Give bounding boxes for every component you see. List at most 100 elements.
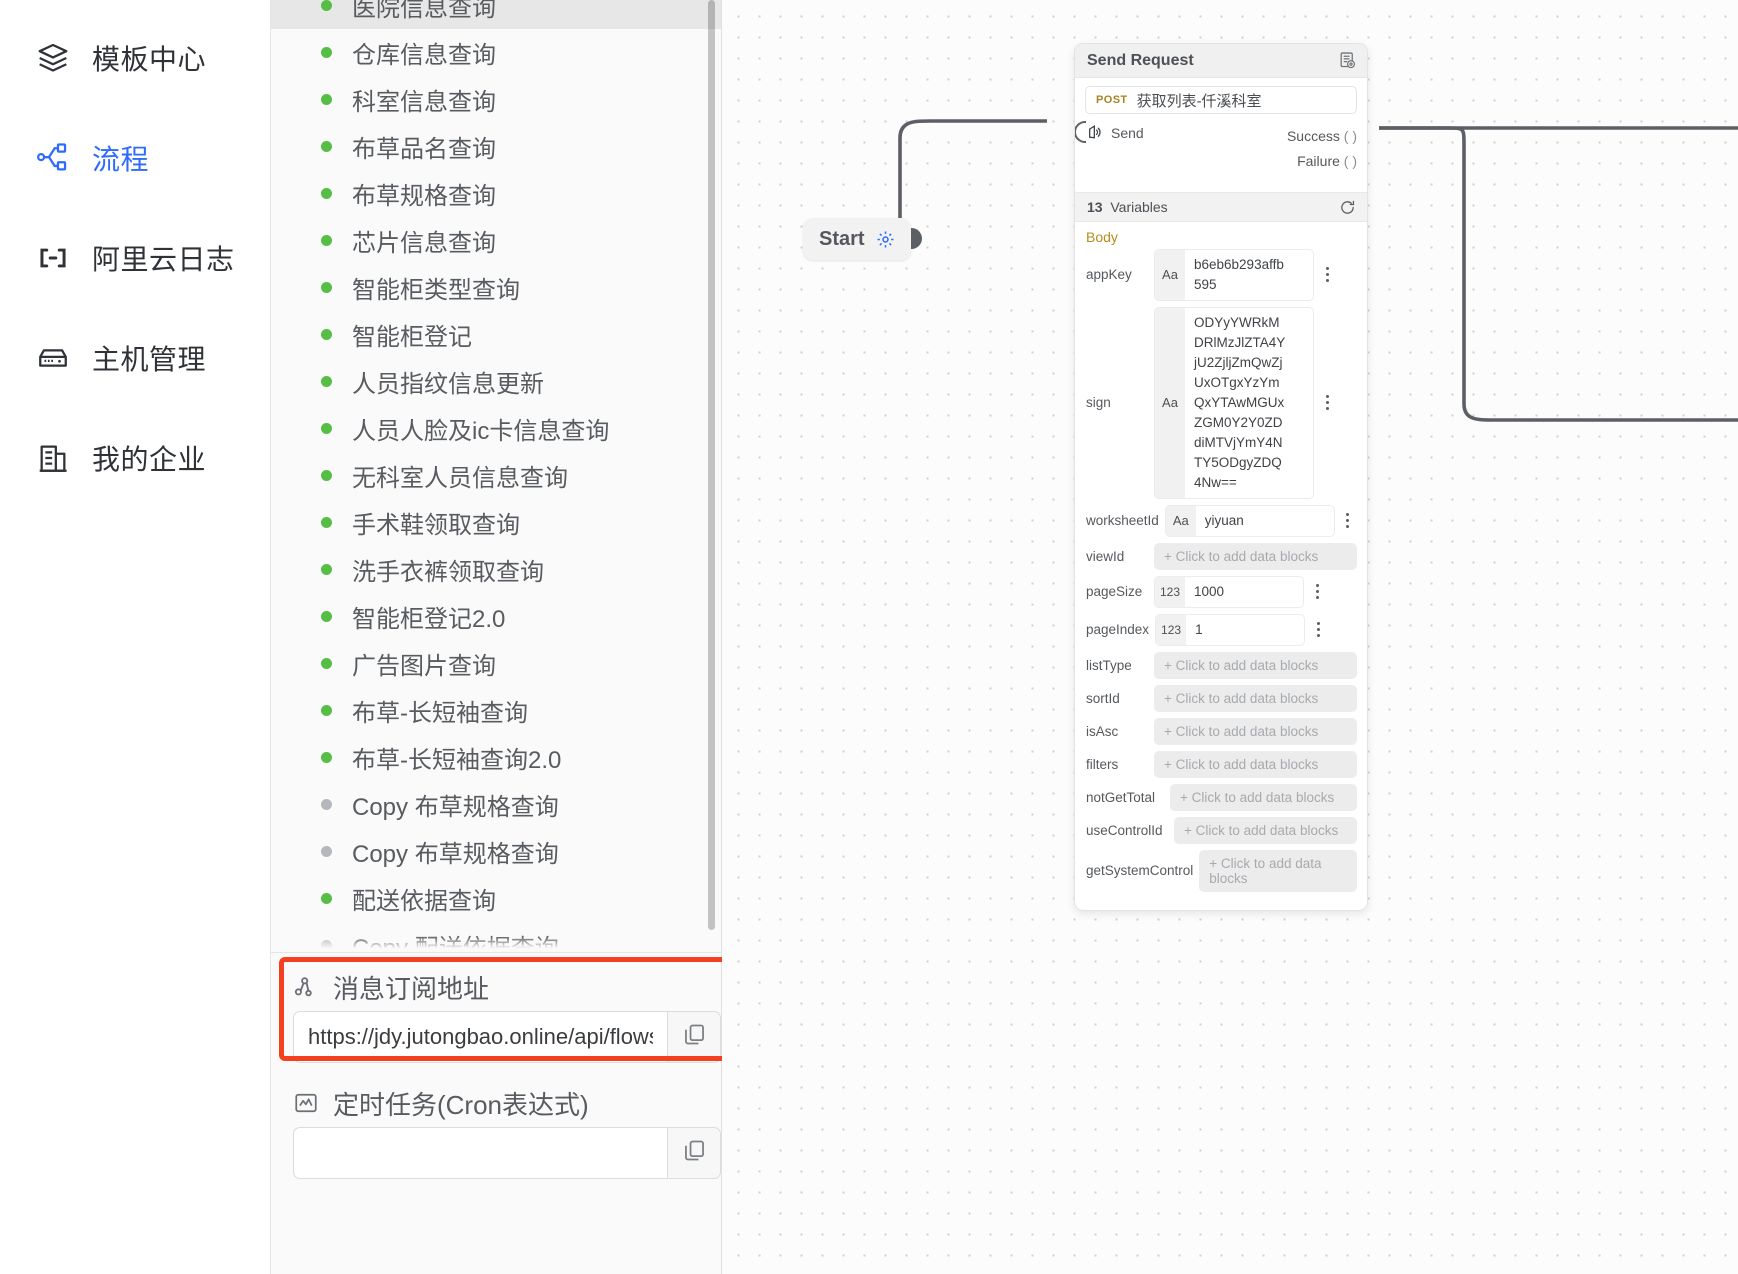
- list-item[interactable]: 布草品名查询: [271, 123, 721, 170]
- variable-row: isAsc + Click to add data blocks: [1086, 717, 1357, 745]
- variable-key: isAsc: [1086, 723, 1119, 739]
- list-item[interactable]: 芯片信息查询: [271, 217, 721, 264]
- list-item-label: 配送依据查询: [352, 888, 496, 915]
- list-item[interactable]: 洗手衣裤领取查询: [271, 546, 721, 593]
- list-item[interactable]: 人员指纹信息更新: [271, 358, 721, 405]
- variable-row: pageSize 123 1000: [1086, 575, 1357, 608]
- copy-cron-button[interactable]: [667, 1127, 721, 1179]
- list-item[interactable]: Copy 布草规格查询: [271, 828, 721, 875]
- list-item-label: 科室信息查询: [352, 89, 496, 116]
- variable-rows: appKey Aa b6eb6b293affb595 sign Aa ODYyYWRkMD…: [1086, 249, 1357, 892]
- send-request-node[interactable]: Send Request POST 获取列表-仟溪科室 Send Success…: [1074, 43, 1368, 911]
- start-node-label: Start: [819, 227, 865, 250]
- output-success[interactable]: Success ( ): [1287, 124, 1357, 149]
- variable-field[interactable]: Aa b6eb6b293affb595: [1154, 249, 1314, 301]
- list-item[interactable]: 科室信息查询: [271, 76, 721, 123]
- sidebar-item-flow[interactable]: 流程: [0, 108, 270, 208]
- add-data-block-button[interactable]: + Click to add data blocks: [1154, 684, 1357, 712]
- list-item[interactable]: 布草规格查询: [271, 170, 721, 217]
- variable-row: notGetTotal + Click to add data blocks: [1086, 783, 1357, 811]
- flow-canvas[interactable]: Start Send Request POST 获取列表-仟溪科室 Send S…: [722, 0, 1738, 1274]
- cron-input[interactable]: [293, 1127, 667, 1179]
- subscribe-url-title: 消息订阅地址: [333, 973, 490, 1004]
- sidebar-item-my-enterprise[interactable]: 我的企业: [0, 408, 270, 508]
- list-item-label: 人员人脸及ic卡信息查询: [352, 418, 610, 445]
- flow-list-scroll-area: 医院信息查询 仓库信息查询科室信息查询布草品名查询布草规格查询 芯片信息查询智能柜类…: [271, 0, 721, 952]
- add-data-block-button[interactable]: + Click to add data blocks: [1154, 750, 1357, 778]
- list-item-label: 布草-长短袖查询: [352, 700, 528, 727]
- send-request-header: Send Request: [1075, 44, 1367, 78]
- status-dot: [321, 235, 332, 246]
- cron-header: 定时任务(Cron表达式): [293, 1079, 709, 1127]
- subscribe-url-input[interactable]: [293, 1011, 667, 1063]
- variable-field[interactable]: 123 1: [1155, 613, 1306, 646]
- variable-field[interactable]: Aa yiyuan: [1164, 504, 1335, 537]
- variables-count: 13: [1087, 199, 1103, 215]
- copy-icon: [682, 1022, 707, 1052]
- output-failure-paren: ( ): [1343, 153, 1357, 169]
- gear-icon[interactable]: [876, 230, 895, 249]
- api-doc-icon[interactable]: [1338, 51, 1357, 70]
- flow-list-scrollbar[interactable]: [708, 0, 715, 930]
- send-action[interactable]: Send: [1085, 124, 1144, 141]
- flow-list: 医院信息查询 仓库信息查询科室信息查询布草品名查询布草规格查询 芯片信息查询智能柜类…: [271, 0, 721, 952]
- list-item[interactable]: 智能柜登记2.0: [271, 593, 721, 640]
- list-item[interactable]: Copy 配送依据查询: [271, 922, 721, 952]
- add-data-block-button[interactable]: + Click to add data blocks: [1199, 849, 1357, 892]
- list-item-label: Copy 布草规格查询: [352, 841, 559, 868]
- add-data-block-button[interactable]: + Click to add data blocks: [1154, 651, 1357, 679]
- sidebar-item-label: 主机管理: [92, 344, 207, 375]
- variable-options-icon[interactable]: [1341, 513, 1355, 529]
- text-type-icon: Aa: [1155, 250, 1185, 300]
- list-item-label: 芯片信息查询: [352, 230, 496, 257]
- variable-value: b6eb6b293affb595: [1194, 257, 1284, 292]
- variables-word: Variables: [1110, 199, 1168, 215]
- send-request-success-port[interactable]: [1367, 124, 1368, 145]
- list-item-label: 智能柜登记: [352, 324, 472, 351]
- copy-subscribe-url-button[interactable]: [667, 1011, 721, 1063]
- variable-field[interactable]: 123 1000: [1154, 575, 1304, 608]
- variable-key: getSystemControl: [1086, 863, 1194, 879]
- status-dot: [321, 799, 332, 810]
- send-request-endpoint[interactable]: POST 获取列表-仟溪科室: [1085, 86, 1357, 114]
- list-item-label: 布草规格查询: [352, 183, 496, 210]
- list-item[interactable]: 人员人脸及ic卡信息查询: [271, 405, 721, 452]
- variable-field[interactable]: Aa ODYyYWRkMDRlMzJlZTA4YjU2ZjljZmQwZjUxOT…: [1154, 306, 1314, 499]
- send-request-failure-port[interactable]: [1367, 149, 1368, 170]
- start-node-output-port[interactable]: [910, 228, 922, 249]
- refresh-icon[interactable]: [1339, 199, 1356, 216]
- list-item[interactable]: 广告图片查询: [271, 640, 721, 687]
- start-node[interactable]: Start: [803, 218, 922, 260]
- log-bracket-icon: [36, 241, 70, 275]
- add-data-block-button[interactable]: + Click to add data blocks: [1154, 542, 1357, 570]
- variable-options-icon[interactable]: [1311, 622, 1325, 638]
- list-item[interactable]: Copy 布草规格查询: [271, 781, 721, 828]
- list-item[interactable]: 医院信息查询: [271, 0, 721, 29]
- add-data-block-button[interactable]: + Click to add data blocks: [1174, 816, 1357, 844]
- add-data-block-button[interactable]: + Click to add data blocks: [1170, 783, 1357, 811]
- list-item[interactable]: 仓库信息查询: [271, 29, 721, 76]
- list-item[interactable]: 布草-长短袖查询: [271, 687, 721, 734]
- list-item[interactable]: 配送依据查询: [271, 875, 721, 922]
- sidebar-item-host-management[interactable]: 主机管理: [0, 308, 270, 408]
- list-item[interactable]: 无科室人员信息查询: [271, 452, 721, 499]
- sidebar-item-aliyun-log[interactable]: 阿里云日志: [0, 208, 270, 308]
- variable-options-icon[interactable]: [1320, 395, 1334, 411]
- variable-options-icon[interactable]: [1310, 584, 1324, 600]
- list-item[interactable]: 智能柜登记: [271, 311, 721, 358]
- variable-row: listType + Click to add data blocks: [1086, 651, 1357, 679]
- output-failure[interactable]: Failure ( ): [1287, 149, 1357, 174]
- variable-options-icon[interactable]: [1320, 267, 1334, 283]
- sidebar-item-template-center[interactable]: 模板中心: [0, 8, 270, 108]
- status-dot: [321, 470, 332, 481]
- variables-count-label: 13 Variables: [1087, 199, 1168, 215]
- text-type-icon: Aa: [1155, 307, 1185, 498]
- cron-group: 定时任务(Cron表达式): [283, 1063, 721, 1179]
- list-item[interactable]: 手术鞋领取查询: [271, 499, 721, 546]
- list-item[interactable]: 智能柜类型查询: [271, 264, 721, 311]
- add-data-block-button[interactable]: + Click to add data blocks: [1154, 717, 1357, 745]
- variable-row: getSystemControl + Click to add data bloc…: [1086, 849, 1357, 892]
- list-item[interactable]: 布草-长短袖查询2.0: [271, 734, 721, 781]
- variable-key: viewId: [1086, 548, 1125, 564]
- variable-key: notGetTotal: [1086, 789, 1156, 805]
